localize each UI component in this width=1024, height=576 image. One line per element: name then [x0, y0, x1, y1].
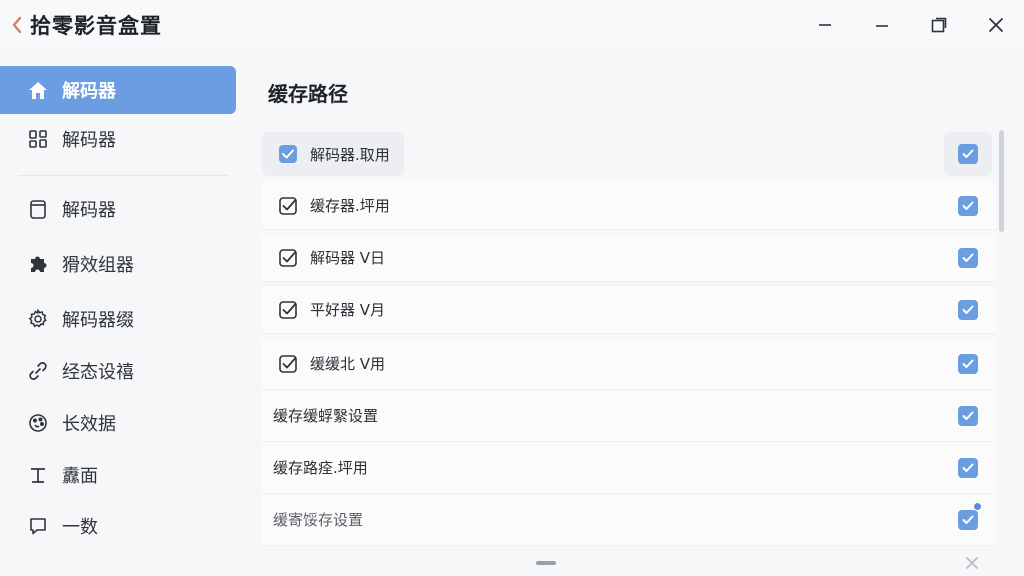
check-icon	[962, 253, 974, 262]
main-panel: 缓存路径 解码器.取用 缓存器.坪用 解码器 V日 平好器 V月 缓缓北 V用 …	[246, 50, 1024, 576]
list-item-label: 解码器.取用	[310, 145, 390, 164]
list-item[interactable]: 缓存路痊.坪用	[262, 442, 996, 494]
sidebar-item-label: 纛面	[62, 466, 98, 487]
outline-checkbox-icon	[276, 298, 300, 322]
link-icon	[26, 359, 50, 383]
sidebar-item-state-settings[interactable]: 经态设禧	[0, 347, 236, 395]
sidebar-item-general[interactable]: 一数	[0, 502, 236, 550]
palette-icon	[26, 411, 50, 435]
sidebar-item-decoder-grid[interactable]: 解码器	[0, 115, 236, 163]
close-icon	[966, 557, 978, 569]
document-icon	[26, 197, 50, 221]
sidebar-item-label: 经态设禧	[62, 362, 134, 383]
check-icon	[962, 305, 974, 314]
list-item-label: 解码器 V日	[310, 249, 386, 267]
sidebar-item-label: 一数	[62, 517, 98, 538]
close-button[interactable]	[967, 0, 1024, 50]
enable-checkbox[interactable]	[958, 353, 978, 374]
outline-checkbox-icon	[276, 352, 300, 376]
maximize-button[interactable]	[853, 0, 910, 50]
sidebar-item-label: 解码器	[62, 81, 116, 102]
enable-checkbox[interactable]	[958, 144, 978, 164]
sidebar-item-effects[interactable]: 猾效组器	[0, 240, 236, 288]
list-item-label: 缓存路痊.坪用	[273, 459, 368, 477]
enable-checkbox[interactable]	[958, 457, 978, 478]
sidebar-item-label: 解码器	[62, 200, 116, 221]
check-icon	[962, 149, 974, 158]
list-item-label: 缓寄馁存设置	[273, 511, 364, 529]
check-icon	[962, 515, 974, 524]
puzzle-icon	[26, 252, 50, 276]
list-item[interactable]: 解码器.取用	[262, 130, 996, 178]
filled-checkbox-icon	[276, 142, 300, 166]
chat-icon	[26, 514, 50, 538]
enable-checkbox[interactable]	[958, 247, 978, 268]
maximize-icon	[875, 25, 888, 27]
sidebar-item-decoder-home[interactable]: 解码器	[0, 66, 236, 114]
gear-icon	[26, 307, 50, 331]
sidebar-item-surface[interactable]: 纛面	[0, 451, 236, 499]
enable-checkbox[interactable]	[958, 405, 978, 426]
list-item-label: 平好器 V月	[310, 301, 386, 319]
enable-checkbox[interactable]	[958, 195, 978, 216]
check-icon	[962, 201, 974, 210]
back-arrow-icon[interactable]	[6, 0, 28, 50]
text-icon	[26, 463, 50, 487]
sidebar: 解码器 解码器 解码器 猾效组器 解码器缀 经态设禧 长效据 纛面 一数	[0, 50, 246, 576]
list-item-highlight: 解码器.取用	[262, 132, 404, 176]
enable-checkbox[interactable]	[958, 509, 978, 530]
sidebar-item-long-data[interactable]: 长效据	[0, 399, 236, 447]
check-icon	[962, 411, 974, 420]
close-icon	[988, 18, 1003, 32]
sidebar-item-label: 解码器缀	[62, 310, 134, 331]
list-item[interactable]: 缓寄馁存设置	[262, 494, 996, 546]
list-item-label: 缓存器.坪用	[310, 197, 390, 215]
check-icon	[962, 463, 974, 472]
outline-checkbox-icon	[276, 246, 300, 270]
check-icon	[962, 359, 974, 368]
notification-dot	[973, 502, 982, 511]
sidebar-item-decoder-settings[interactable]: 解码器缀	[0, 295, 236, 343]
list-item[interactable]: 缓缓北 V用	[262, 338, 996, 390]
list-item-label: 缓缓北 V用	[310, 355, 386, 373]
title-bar: 拾零影音盒置	[0, 0, 1024, 50]
list-item[interactable]: 缓存器.坪用	[262, 182, 996, 230]
sidebar-item-label: 解码器	[62, 130, 116, 151]
sidebar-divider	[18, 175, 228, 176]
grid-icon	[26, 127, 50, 151]
list-item[interactable]: 解码器 V日	[262, 234, 996, 282]
restore-icon	[931, 17, 946, 33]
home-icon	[26, 78, 50, 102]
sidebar-item-label: 长效据	[62, 414, 116, 435]
vertical-scrollbar[interactable]	[999, 130, 1004, 232]
bottom-close-button[interactable]	[962, 553, 982, 573]
section-title: 缓存路径	[268, 82, 348, 106]
resize-handle[interactable]	[536, 561, 556, 565]
list-item[interactable]: 平好器 V月	[262, 286, 996, 334]
minimize-icon	[818, 24, 831, 26]
restore-button[interactable]	[910, 0, 967, 50]
window-controls	[796, 0, 1024, 50]
enable-checkbox[interactable]	[958, 299, 978, 320]
app-title: 拾零影音盒置	[30, 14, 162, 38]
list-item[interactable]: 缓存缓蜉繄设置	[262, 390, 996, 442]
list-item-label: 缓存缓蜉繄设置	[273, 407, 379, 425]
sidebar-item-decoder-doc[interactable]: 解码器	[0, 185, 236, 233]
sidebar-item-label: 猾效组器	[62, 255, 134, 276]
outline-checkbox-icon	[276, 194, 300, 218]
minimize-button[interactable]	[796, 0, 853, 50]
